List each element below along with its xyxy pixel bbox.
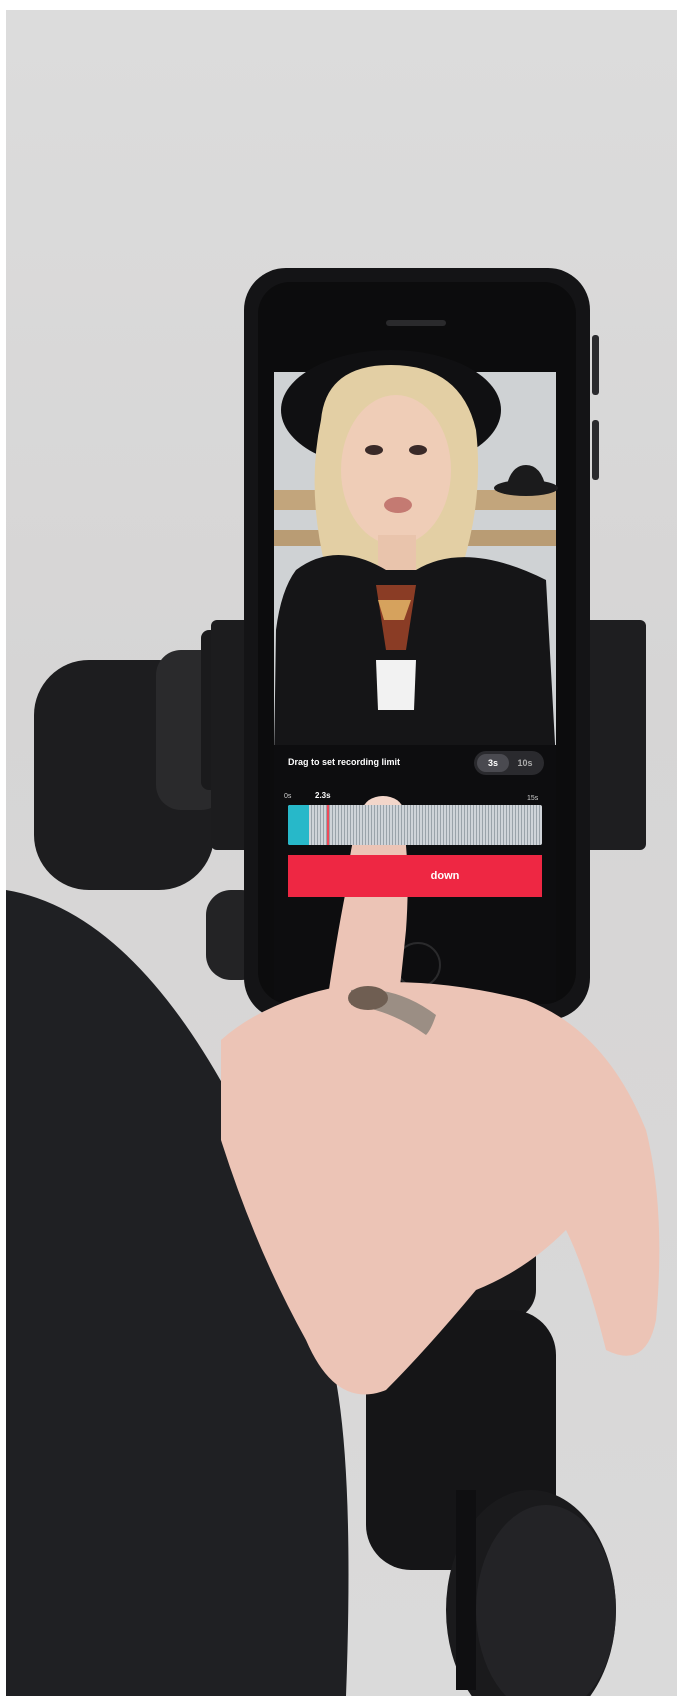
start-countdown-button[interactable]: down xyxy=(288,855,542,897)
duration-option-10s[interactable]: 10s xyxy=(509,754,541,772)
instruction-text: Drag to set recording limit xyxy=(288,757,401,767)
recording-limit-panel: Drag to set recording limit 3s 10s 0s 15… xyxy=(274,745,556,915)
earpiece xyxy=(386,320,446,326)
duration-option-3s[interactable]: 3s xyxy=(477,754,509,772)
timeline-end-label: 15s xyxy=(527,795,539,802)
duration-toggle[interactable]: 3s 10s xyxy=(474,751,544,775)
timeline-start-label: 0s xyxy=(284,793,292,800)
camera-feed xyxy=(274,350,558,762)
photo-scene: Drag to set recording limit 3s 10s 0s 15… xyxy=(6,10,677,1696)
timeline-track[interactable] xyxy=(288,805,542,845)
timeline-playhead[interactable] xyxy=(326,805,329,845)
timeline-fill xyxy=(288,805,310,845)
start-countdown-label: down xyxy=(430,870,460,882)
marker-time-label: 2.3s xyxy=(315,791,331,800)
